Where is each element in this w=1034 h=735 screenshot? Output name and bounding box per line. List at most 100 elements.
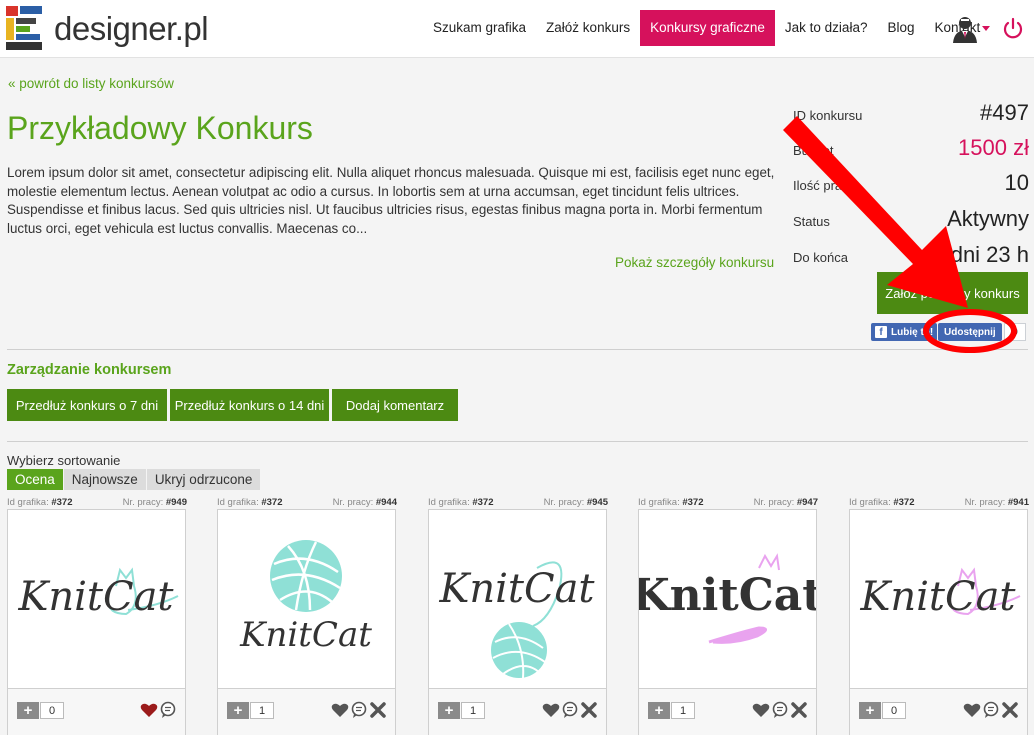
comment-icon[interactable] [982, 701, 1000, 719]
divider [7, 441, 1028, 442]
vote-count: 1 [461, 702, 485, 719]
logo-preview: KnitCat [631, 553, 823, 644]
work-meta: Id grafika: #372 Nr. pracy: #944 [217, 497, 397, 509]
site-logo[interactable]: designer.pl [6, 4, 209, 54]
work-meta: Id grafika: #372 Nr. pracy: #945 [428, 497, 608, 509]
show-details-link[interactable]: Pokaż szczegóły konkursu [615, 255, 774, 270]
add-comment-button[interactable]: Dodaj komentarz [332, 389, 458, 421]
logout-button[interactable] [1002, 17, 1024, 41]
sort-tab-newest[interactable]: Najnowsze [63, 469, 147, 490]
work-number: Nr. pracy: #949 [122, 497, 187, 508]
budget-label: Budżet [793, 143, 834, 158]
designer-id: Id grafika: #372 [7, 497, 73, 508]
reject-icon[interactable] [369, 701, 387, 719]
reject-icon[interactable] [790, 701, 808, 719]
work-card[interactable]: KnitCat +0 [849, 509, 1028, 735]
work-meta: Id grafika: #372 Nr. pracy: #949 [7, 497, 187, 509]
comment-icon[interactable] [771, 701, 789, 719]
nav-konkursy-graficzne[interactable]: Konkursy graficzne [640, 10, 775, 46]
extend-7-days-button[interactable]: Przedłuż konkurs o 7 dni [7, 389, 167, 421]
end-value: 6 dni 23 h [932, 242, 1029, 267]
status-label: Status [793, 214, 830, 229]
heart-icon[interactable] [752, 701, 770, 719]
facebook-like-label: Lubię to! [891, 326, 934, 338]
contest-description: Lorem ipsum dolor sit amet, consectetur … [7, 165, 775, 236]
nav-jak-to-dziala[interactable]: Jak to działa? [775, 10, 878, 46]
budget-value: 1500 zł [958, 135, 1029, 160]
nav-zaloz-konkurs[interactable]: Załóż konkurs [536, 10, 640, 46]
comment-icon[interactable] [350, 701, 368, 719]
extend-14-days-button[interactable]: Przedłuż konkurs o 14 dni [170, 389, 329, 421]
designer-id: Id grafika: #372 [428, 497, 494, 508]
work-card[interactable]: KnitCat +1 [631, 509, 823, 735]
work-meta: Id grafika: #372 Nr. pracy: #947 [638, 497, 818, 509]
reject-icon[interactable] [580, 701, 598, 719]
heart-icon[interactable] [331, 701, 349, 719]
id-label: ID konkursu [793, 108, 863, 123]
info-status-row: Status Aktywny [793, 206, 1029, 232]
page-title: Przykładowy Konkurs [7, 110, 313, 146]
work-card-footer: +0 [850, 688, 1027, 735]
vote-plus-button[interactable]: + [648, 702, 670, 719]
logo-preview: KnitCat [239, 540, 372, 655]
logo-preview-text: KnitCat [859, 574, 1016, 620]
work-actions [963, 701, 1019, 719]
work-card[interactable]: KnitCat +1 [428, 509, 607, 735]
end-label: Do końca [793, 250, 848, 265]
work-preview[interactable]: KnitCat [218, 510, 395, 688]
comment-icon[interactable] [561, 701, 579, 719]
work-card-footer: +0 [8, 688, 185, 735]
work-card-footer: +1 [429, 688, 606, 735]
info-budget-row: Budżet 1500 zł [793, 135, 1029, 161]
vote-plus-button[interactable]: + [227, 702, 249, 719]
work-card-footer: +1 [218, 688, 395, 735]
reject-icon[interactable] [1001, 701, 1019, 719]
logo-preview: KnitCat [17, 567, 179, 620]
heart-icon[interactable] [140, 701, 158, 719]
work-number: Nr. pracy: #941 [964, 497, 1029, 508]
back-to-list-link[interactable]: « powrót do listy konkursów [8, 76, 174, 91]
sort-tab-hide-rejected[interactable]: Ukryj odrzucone [146, 469, 262, 490]
power-icon [1003, 17, 1023, 39]
facebook-share-button[interactable]: Udostępnij [938, 323, 1002, 341]
nav-szukam-grafika[interactable]: Szukam grafika [423, 10, 536, 46]
work-preview[interactable]: KnitCat [429, 510, 606, 688]
vote-count: 1 [250, 702, 274, 719]
work-number: Nr. pracy: #947 [753, 497, 818, 508]
yarn-ball-icon [270, 540, 342, 612]
facebook-icon: f [875, 326, 887, 338]
count-label: Ilość prac [793, 178, 849, 193]
work-preview[interactable]: KnitCat [631, 510, 823, 688]
work-card[interactable]: KnitCat +0 [7, 509, 186, 735]
heart-icon[interactable] [542, 701, 560, 719]
nav-blog[interactable]: Blog [877, 10, 924, 46]
user-menu-button[interactable] [952, 14, 992, 44]
info-end-row: Do końca 6 dni 23 h [793, 242, 1029, 268]
management-title: Zarządzanie konkursem [7, 362, 172, 378]
sort-tabs: Ocena Najnowsze Ukryj odrzucone [7, 469, 262, 490]
work-number: Nr. pracy: #944 [332, 497, 397, 508]
vote-plus-button[interactable]: + [17, 702, 39, 719]
logo-mark-icon [6, 6, 46, 52]
designer-id: Id grafika: #372 [217, 497, 283, 508]
create-similar-contest-button[interactable]: Załóż podobny konkurs [877, 272, 1028, 314]
heart-icon[interactable] [963, 701, 981, 719]
work-actions [542, 701, 598, 719]
vote-count: 0 [882, 702, 906, 719]
vote-plus-button[interactable]: + [438, 702, 460, 719]
logo-preview-text: KnitCat [438, 566, 595, 612]
work-actions [752, 701, 808, 719]
vote-plus-button[interactable]: + [859, 702, 881, 719]
work-preview[interactable]: KnitCat [8, 510, 185, 688]
info-id-row: ID konkursu #497 [793, 100, 1029, 126]
comment-icon[interactable] [159, 701, 177, 719]
logo-preview: KnitCat [438, 561, 595, 679]
work-card[interactable]: KnitCat +1 [217, 509, 396, 735]
facebook-share-count: 0 [1004, 323, 1026, 341]
sort-tab-rating[interactable]: Ocena [7, 469, 64, 490]
work-preview[interactable]: KnitCat [850, 510, 1027, 688]
facebook-like-button[interactable]: f Lubię to! [871, 323, 938, 341]
logo-preview-text: KnitCat [17, 574, 174, 620]
sort-label: Wybierz sortowanie [7, 453, 121, 468]
status-value: Aktywny [947, 206, 1029, 231]
